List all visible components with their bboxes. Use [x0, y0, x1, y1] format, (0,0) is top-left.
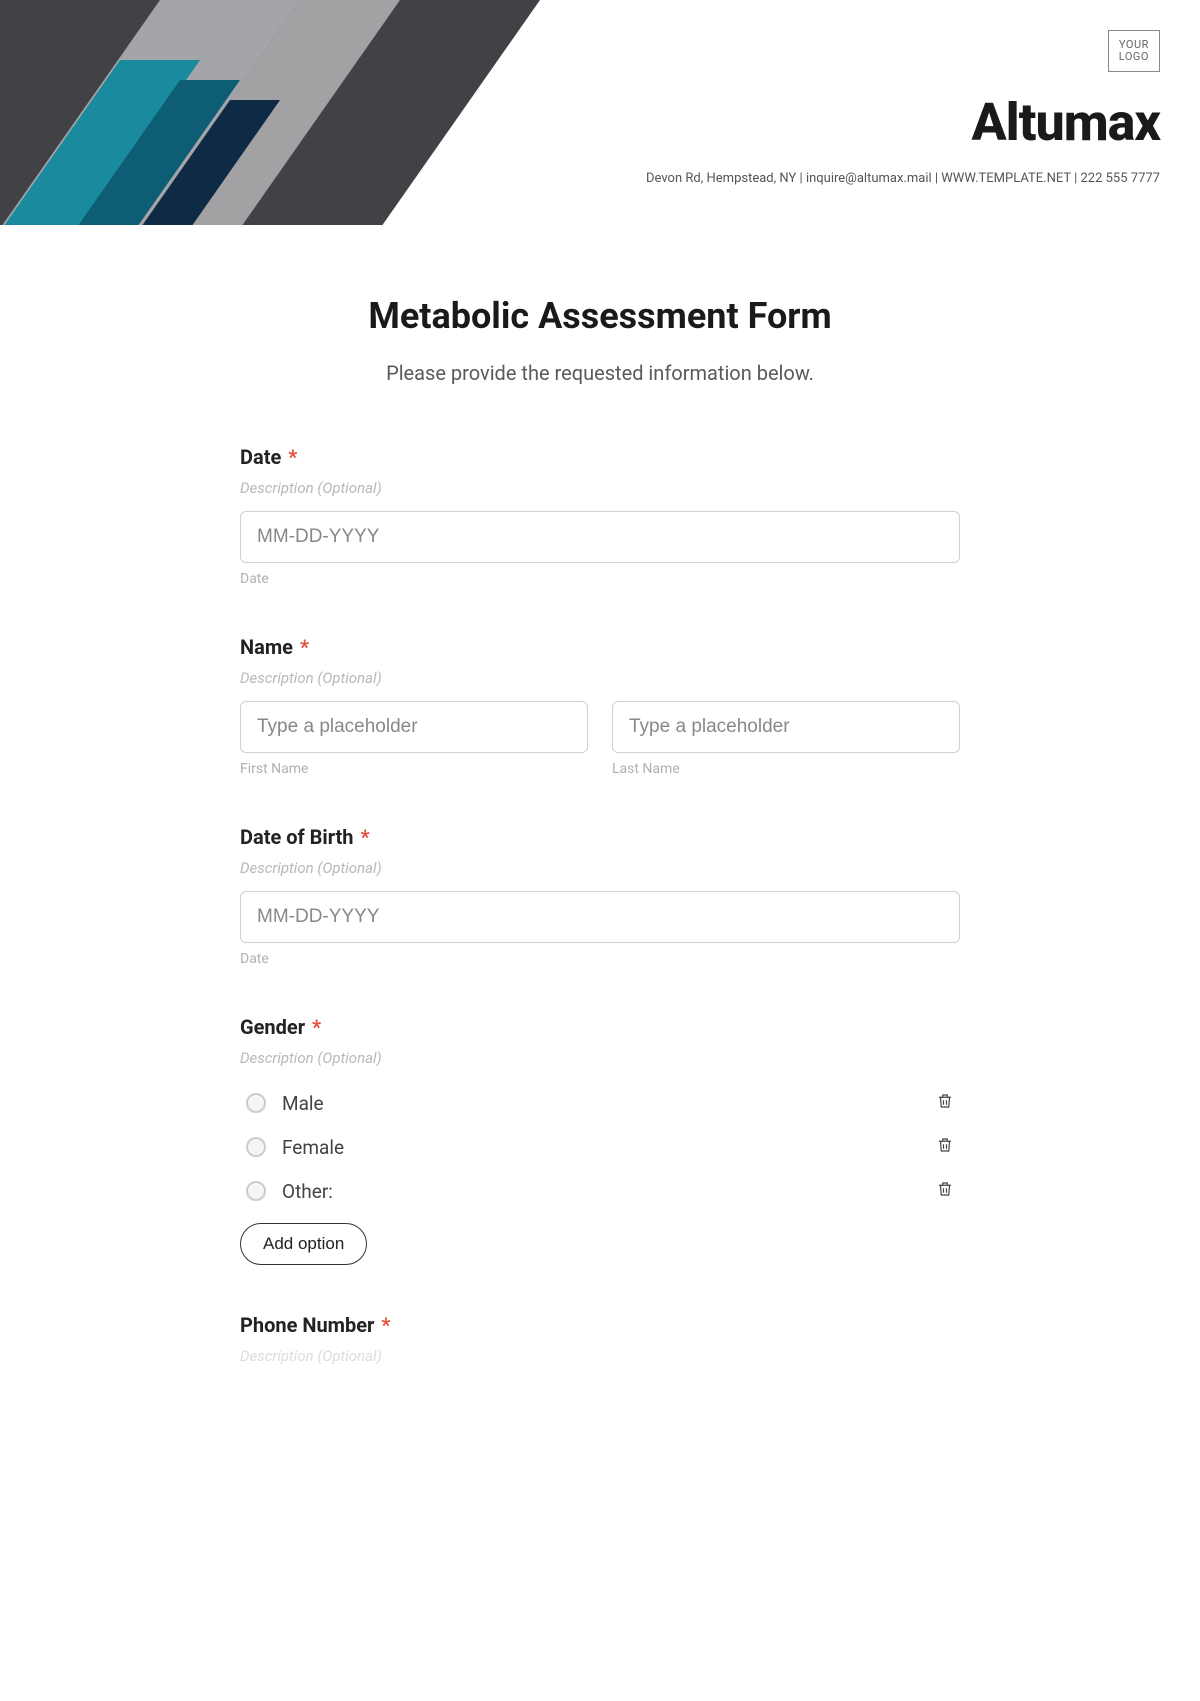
radio-icon[interactable] [246, 1181, 266, 1201]
required-mark: * [360, 825, 369, 849]
required-mark: * [381, 1313, 390, 1337]
field-gender: Gender * Description (Optional) Male Fem… [240, 1015, 960, 1265]
phone-description[interactable]: Description (Optional) [240, 1347, 960, 1365]
form-container: Metabolic Assessment Form Please provide… [180, 295, 1020, 1439]
gender-label: Gender * [240, 1015, 960, 1039]
gender-option-male[interactable]: Male [240, 1081, 960, 1125]
field-name: Name * Description (Optional) First Name… [240, 635, 960, 777]
radio-icon[interactable] [246, 1093, 266, 1113]
required-mark: * [300, 635, 309, 659]
last-name-input[interactable] [612, 701, 960, 753]
add-option-button[interactable]: Add option [240, 1223, 367, 1265]
logo-line1: YOUR [1119, 38, 1149, 51]
first-name-sublabel: First Name [240, 761, 588, 777]
gender-description[interactable]: Description (Optional) [240, 1049, 960, 1067]
trash-icon[interactable] [936, 1179, 954, 1203]
phone-label: Phone Number * [240, 1313, 960, 1337]
gender-option-label: Male [282, 1092, 324, 1115]
form-title: Metabolic Assessment Form [240, 295, 960, 337]
date-label: Date * [240, 445, 960, 469]
required-mark: * [288, 445, 297, 469]
first-name-input[interactable] [240, 701, 588, 753]
name-description[interactable]: Description (Optional) [240, 669, 960, 687]
field-date: Date * Description (Optional) Date [240, 445, 960, 587]
contact-line: Devon Rd, Hempstead, NY | inquire@altuma… [646, 171, 1160, 186]
field-phone: Phone Number * Description (Optional) [240, 1313, 960, 1365]
last-name-sublabel: Last Name [612, 761, 960, 777]
brand-name: Altumax [646, 92, 1160, 153]
date-sublabel: Date [240, 571, 960, 587]
trash-icon[interactable] [936, 1135, 954, 1159]
name-label: Name * [240, 635, 960, 659]
dob-input[interactable] [240, 891, 960, 943]
gender-option-label: Female [282, 1136, 344, 1159]
required-mark: * [312, 1015, 321, 1039]
gender-option-other[interactable]: Other: [240, 1169, 960, 1213]
logo-line2: LOGO [1119, 50, 1149, 63]
gender-option-label: Other: [282, 1180, 333, 1203]
form-subtitle: Please provide the requested information… [240, 361, 960, 385]
header-banner: YOUR LOGO Altumax Devon Rd, Hempstead, N… [0, 0, 1200, 225]
field-dob: Date of Birth * Description (Optional) D… [240, 825, 960, 967]
dob-sublabel: Date [240, 951, 960, 967]
radio-icon[interactable] [246, 1137, 266, 1157]
gender-option-female[interactable]: Female [240, 1125, 960, 1169]
date-description[interactable]: Description (Optional) [240, 479, 960, 497]
logo-placeholder: YOUR LOGO [1108, 30, 1160, 72]
trash-icon[interactable] [936, 1091, 954, 1115]
dob-label: Date of Birth * [240, 825, 960, 849]
date-input[interactable] [240, 511, 960, 563]
dob-description[interactable]: Description (Optional) [240, 859, 960, 877]
